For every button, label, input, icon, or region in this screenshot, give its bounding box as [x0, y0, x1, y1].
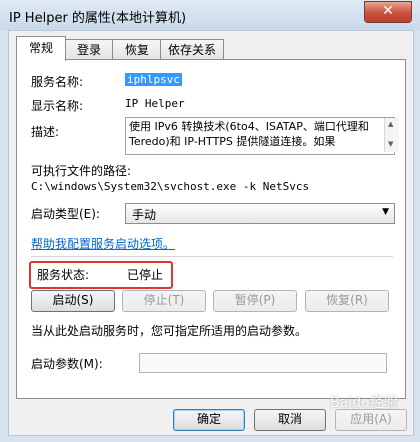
ok-button[interactable]: 确定	[173, 409, 245, 431]
description-box[interactable]: 使用 IPv6 转换技术(6to4、ISATAP、端口代理和 Teredo)和 …	[125, 117, 395, 155]
close-button[interactable]: ✕	[364, 1, 412, 23]
start-params-hint: 当从此处启动服务时，您可指定所适用的启动参数。	[31, 324, 308, 338]
display-name-label: 显示名称:	[31, 99, 84, 113]
startup-type-label: 启动类型(E):	[31, 207, 100, 221]
exe-path-value: C:\windows\System32\svchost.exe -k NetSv…	[31, 180, 310, 193]
general-panel: 服务名称: iphlpsvc 显示名称: IP Helper 描述: 使用 IP…	[16, 59, 406, 399]
display-name-value[interactable]: IP Helper	[125, 97, 185, 110]
resume-button[interactable]: 恢复(R)	[305, 290, 389, 312]
scroll-up-icon[interactable]: ▲	[388, 120, 393, 128]
start-params-input[interactable]	[139, 353, 387, 373]
tab-dependencies[interactable]: 依存关系	[160, 39, 224, 60]
chevron-down-icon: ▼	[382, 207, 389, 217]
startup-type-select[interactable]: 手动 ▼	[125, 203, 395, 224]
tab-general[interactable]: 常规	[16, 36, 66, 61]
service-status-value: 已停止	[127, 268, 164, 282]
separator	[31, 256, 393, 257]
watermark-logo: Baidu经验	[330, 395, 398, 411]
close-icon: ✕	[382, 3, 394, 19]
cancel-button[interactable]: 取消	[254, 409, 326, 431]
tab-logon[interactable]: 登录	[64, 39, 114, 60]
pause-button[interactable]: 暂停(P)	[213, 290, 297, 312]
title-bar: IP Helper 的属性(本地计算机) ✕	[0, 0, 420, 30]
apply-button[interactable]: 应用(A)	[335, 409, 407, 431]
scroll-down-icon[interactable]: ▼	[388, 140, 393, 148]
service-name-label: 服务名称:	[31, 75, 84, 89]
stop-button[interactable]: 停止(T)	[122, 290, 206, 312]
start-params-label: 启动参数(M):	[31, 357, 103, 371]
service-status-label: 服务状态:	[37, 268, 90, 282]
description-scrollbar[interactable]: ▲ ▼	[384, 118, 399, 152]
tab-recovery[interactable]: 恢复	[112, 39, 162, 60]
start-button[interactable]: 启动(S)	[31, 290, 115, 312]
description-label: 描述:	[31, 125, 60, 139]
service-name-value[interactable]: iphlpsvc	[125, 73, 182, 86]
service-name-text: iphlpsvc	[125, 73, 182, 86]
help-config-link[interactable]: 帮助我配置服务启动选项。	[31, 235, 175, 252]
properties-dialog: 常规 登录 恢复 依存关系 服务名称: iphlpsvc 显示名称: IP He…	[8, 30, 414, 436]
startup-type-value: 手动	[132, 208, 157, 222]
exe-path-label: 可执行文件的路径:	[31, 164, 132, 178]
window-title: IP Helper 的属性(本地计算机)	[9, 11, 187, 26]
